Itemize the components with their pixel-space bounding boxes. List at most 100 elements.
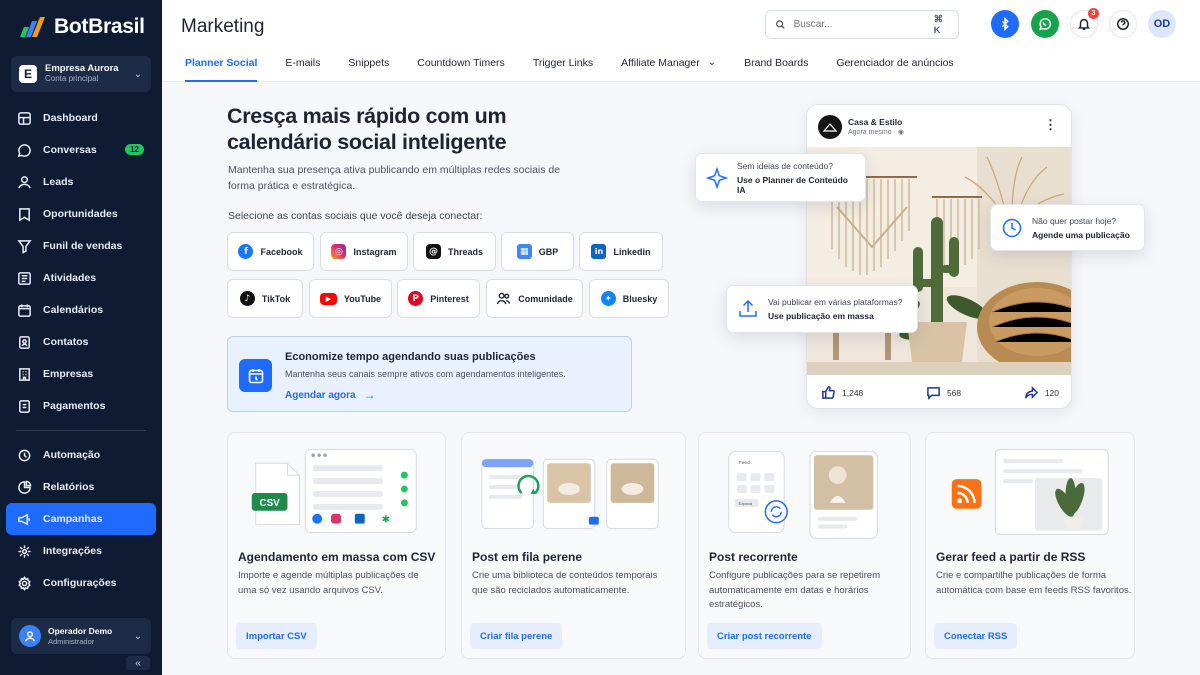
sidebar-item-label: Leads bbox=[43, 176, 74, 188]
account-switcher[interactable]: E Empresa Aurora Conta principal ⌄ bbox=[11, 56, 151, 92]
brand-logo-icon bbox=[20, 17, 45, 37]
create-evergreen-queue-button[interactable]: Criar fila perene bbox=[470, 623, 563, 649]
notifications-button[interactable]: 3 bbox=[1070, 8, 1099, 38]
tab-snippets[interactable]: Snippets bbox=[334, 55, 403, 82]
bell-icon bbox=[1077, 18, 1091, 30]
schedule-post-card[interactable]: Não quer postar hoje? Agende uma publica… bbox=[990, 204, 1145, 251]
svg-text:✱: ✱ bbox=[382, 515, 390, 526]
feature-title: Post em fila perene bbox=[472, 550, 583, 564]
sidebar-item-label: Dashboard bbox=[43, 112, 98, 124]
select-accounts-label: Selecione as contas sociais que você des… bbox=[228, 210, 483, 222]
payment-icon bbox=[19, 399, 30, 413]
share-action[interactable]: 120 bbox=[1024, 385, 1059, 400]
sidebar-item-empresas[interactable]: Empresas bbox=[6, 358, 156, 390]
globe-icon: ◉ bbox=[897, 129, 904, 136]
like-action[interactable]: 1,248 bbox=[821, 385, 863, 400]
brand[interactable]: BotBrasil bbox=[0, 0, 162, 42]
user-menu[interactable]: Operador Demo Administrador ⌄ bbox=[11, 618, 151, 654]
tab-countdown-timers[interactable]: Countdown Timers bbox=[403, 55, 519, 82]
brand-name: BotBrasil bbox=[54, 15, 145, 38]
tab-brand-boards[interactable]: Brand Boards bbox=[730, 55, 822, 82]
connect-bluesky-button[interactable]: ✦ Bluesky bbox=[589, 279, 669, 318]
connect-comunidade-button[interactable]: Comunidade bbox=[486, 279, 583, 318]
sidebar-item-leads[interactable]: Leads bbox=[6, 166, 156, 198]
account-avatar bbox=[818, 115, 842, 139]
sidebar-item-configuracoes[interactable]: Configurações bbox=[6, 567, 156, 599]
connect-instagram-button[interactable]: ◎ Instagram bbox=[320, 232, 408, 271]
sidebar-item-pagamentos[interactable]: Pagamentos bbox=[6, 390, 156, 422]
create-recurring-post-button[interactable]: Criar post recorrente bbox=[707, 623, 822, 649]
tab-planner-social[interactable]: Planner Social bbox=[185, 55, 258, 82]
post-actions: 1,248 568 120 bbox=[807, 375, 1071, 408]
comment-action[interactable]: 568 bbox=[926, 385, 961, 400]
pinterest-icon: P bbox=[408, 291, 424, 306]
tiktok-icon: ♪ bbox=[239, 291, 255, 306]
connect-youtube-button[interactable]: ▶ YouTube bbox=[309, 279, 392, 318]
sidebar-item-integracoes[interactable]: Integrações bbox=[6, 535, 156, 567]
connect-facebook-button[interactable]: f Facebook bbox=[227, 232, 314, 271]
comment-count: 568 bbox=[946, 387, 962, 398]
connect-pinterest-button[interactable]: P Pinterest bbox=[397, 279, 480, 318]
ai-planner-card[interactable]: Sem ideias de conteúdo? Use o Planner de… bbox=[695, 153, 866, 202]
like-count: 1,248 bbox=[842, 387, 864, 398]
social-label: Pinterest bbox=[430, 293, 469, 304]
sidebar-item-automacao[interactable]: Automação bbox=[6, 439, 156, 471]
import-csv-button[interactable]: Importar CSV bbox=[236, 623, 317, 649]
bulk-publish-card[interactable]: Vai publicar em várias plataformas? Use … bbox=[726, 285, 918, 333]
whatsapp-icon bbox=[1039, 18, 1052, 31]
more-options-icon[interactable]: ⋮ bbox=[1044, 117, 1057, 133]
chat-icon bbox=[17, 143, 31, 157]
feature-card-recurring: Feed Expand Post recorrente Configure pu… bbox=[698, 432, 911, 659]
chevron-down-icon: ⌄ bbox=[707, 57, 717, 68]
funnel-icon bbox=[17, 239, 32, 254]
bluetooth-button[interactable] bbox=[991, 10, 1019, 38]
settings-icon bbox=[18, 575, 31, 591]
search-box[interactable]: ⌘ K bbox=[765, 10, 959, 39]
sidebar-item-atividades[interactable]: Atividades bbox=[6, 262, 156, 294]
tab-affiliate-manager[interactable]: Affiliate Manager ⌄ bbox=[607, 55, 730, 82]
sidebar-item-calendarios[interactable]: Calendários bbox=[6, 294, 156, 326]
connect-rss-button[interactable]: Conectar RSS bbox=[934, 623, 1018, 649]
target-icon bbox=[19, 207, 30, 221]
contacts-icon bbox=[19, 335, 30, 349]
connect-threads-button[interactable]: @ Threads bbox=[413, 232, 496, 271]
evergreen-queue-illustration bbox=[481, 458, 659, 530]
sidebar-item-funil[interactable]: Funil de vendas bbox=[6, 230, 156, 262]
sidebar-item-conversas[interactable]: Conversas 12 bbox=[6, 134, 156, 166]
tab-bar: Planner Social E-mails Snippets Countdow… bbox=[185, 55, 968, 82]
linkedin-icon: in bbox=[591, 244, 607, 259]
profile-avatar[interactable]: OD bbox=[1148, 10, 1176, 38]
calendar-icon bbox=[239, 359, 272, 392]
bluesky-icon: ✦ bbox=[600, 291, 616, 306]
collapse-sidebar-button[interactable]: « bbox=[126, 656, 150, 670]
feature-card-evergreen: Post em fila perene Crie uma biblioteca … bbox=[461, 432, 686, 659]
help-button[interactable] bbox=[1109, 10, 1137, 38]
feature-title: Agendamento em massa com CSV bbox=[238, 550, 436, 564]
search-input[interactable] bbox=[793, 19, 926, 30]
tab-emails[interactable]: E-mails bbox=[271, 55, 334, 82]
tab-trigger-links[interactable]: Trigger Links bbox=[519, 55, 607, 82]
integrations-icon bbox=[18, 544, 31, 558]
post-time-label: Agora mesmo · bbox=[848, 129, 896, 136]
automation-icon bbox=[18, 449, 31, 461]
promo-title: Economize tempo agendando suas publicaçõ… bbox=[285, 351, 536, 363]
sidebar-item-dashboard[interactable]: Dashboard bbox=[6, 102, 156, 134]
feature-title: Gerar feed a partir de RSS bbox=[936, 550, 1086, 564]
connect-linkedin-button[interactable]: in Linkedin bbox=[579, 232, 663, 271]
instagram-icon: ◎ bbox=[331, 244, 347, 259]
sidebar-item-oportunidades[interactable]: Oportunidades bbox=[6, 198, 156, 230]
schedule-now-link[interactable]: Agendar agora → bbox=[285, 388, 376, 402]
connect-tiktok-button[interactable]: ♪ TikTok bbox=[227, 279, 303, 318]
social-label: Linkedin bbox=[613, 246, 651, 257]
page-title: Marketing bbox=[181, 16, 265, 37]
sidebar-item-relatorios[interactable]: Relatórios bbox=[6, 471, 156, 503]
sidebar-item-campanhas[interactable]: Campanhas bbox=[6, 503, 156, 535]
calendar-icon bbox=[18, 303, 31, 317]
sidebar-item-contatos[interactable]: Contatos bbox=[6, 326, 156, 358]
community-icon bbox=[497, 292, 511, 305]
connect-gbp-button[interactable]: ▦ GBP bbox=[501, 232, 574, 271]
social-label: Facebook bbox=[260, 246, 303, 257]
whatsapp-button[interactable] bbox=[1031, 10, 1059, 38]
sidebar-item-label: Calendários bbox=[43, 304, 104, 316]
tab-gerenciador-anuncios[interactable]: Gerenciador de anúncios bbox=[822, 55, 967, 82]
